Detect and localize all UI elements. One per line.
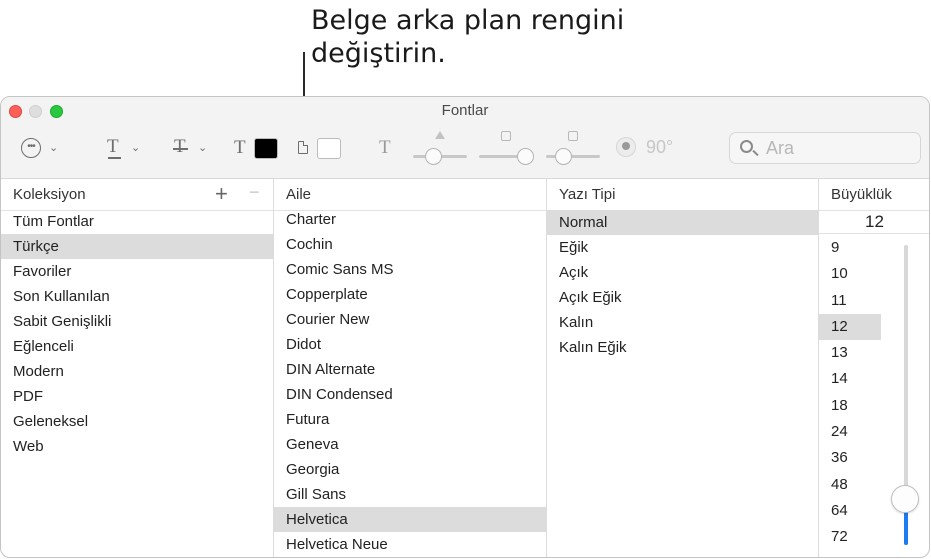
shadow-opacity-icon [435, 131, 445, 139]
size-item[interactable]: 18 [819, 393, 881, 419]
window-title: Fontlar [441, 102, 489, 119]
family-item[interactable]: Geneva [274, 432, 546, 457]
callout-label: Belge arka plan rengini değiştirin. [311, 5, 625, 69]
document-color-control[interactable] [298, 137, 344, 161]
shadow-angle-value: 90° [646, 137, 674, 157]
size-item[interactable]: 36 [819, 445, 881, 471]
typeface-header: Yazı Tipi [547, 179, 818, 211]
underline-bar [108, 157, 121, 159]
document-icon [298, 141, 308, 154]
text-color-swatch[interactable] [254, 138, 278, 159]
size-item[interactable]: 11 [819, 288, 881, 314]
size-slider-fill [904, 511, 908, 545]
size-item[interactable]: 10 [819, 261, 881, 287]
size-item[interactable]: 48 [819, 472, 881, 498]
shadow-angle-dial[interactable] [616, 137, 636, 157]
search-input[interactable] [766, 136, 906, 160]
titlebar: Fontlar ••• ⌄ T ⌄ T ⌄ T T 90° Ara [1, 97, 929, 179]
shadow-offset-knob[interactable] [555, 148, 572, 165]
size-header-label: Büyüklük [831, 186, 892, 203]
size-item[interactable]: 12 [819, 313, 881, 341]
typeface-item[interactable]: Kalın [547, 310, 818, 335]
search-icon-handle [752, 149, 759, 157]
text-shadow-icon: T [379, 137, 391, 158]
document-color-swatch[interactable] [317, 138, 341, 159]
size-item[interactable]: 64 [819, 498, 881, 524]
family-item[interactable]: Cochin [274, 232, 546, 257]
collection-item[interactable]: Favoriler [1, 259, 273, 284]
collection-item[interactable]: Eğlenceli [1, 334, 273, 359]
search-field[interactable] [729, 132, 921, 164]
collections-header-label: Koleksiyon [13, 186, 86, 203]
underline-icon: T [107, 136, 119, 157]
actions-menu-button[interactable]: ••• ⌄ [21, 138, 65, 160]
family-item[interactable]: Futura [274, 407, 546, 432]
size-input[interactable]: 12 [819, 212, 929, 234]
size-item[interactable]: 24 [819, 419, 881, 445]
collection-item[interactable]: Sabit Genişlikli [1, 309, 273, 334]
family-item[interactable]: Copperplate [274, 282, 546, 307]
family-item[interactable]: Georgia [274, 457, 546, 482]
size-item[interactable]: 9 [819, 235, 881, 261]
family-item[interactable]: DIN Condensed [274, 382, 546, 407]
typeface-item[interactable]: Kalın Eğik [547, 335, 818, 360]
family-item[interactable]: Gill Sans [274, 482, 546, 507]
family-item[interactable]: Helvetica [274, 507, 546, 532]
size-item[interactable]: 72 [819, 524, 881, 550]
dial-indicator [622, 142, 630, 150]
collection-item[interactable]: Web [1, 434, 273, 459]
chevron-down-icon: ⌄ [198, 142, 208, 154]
size-item[interactable]: 13 [819, 340, 881, 366]
typeface-item[interactable]: Eğik [547, 235, 818, 260]
strikethrough-menu-button[interactable]: T ⌄ [173, 136, 214, 160]
chevron-down-icon: ⌄ [49, 142, 59, 154]
collection-item[interactable]: PDF [1, 384, 273, 409]
search-icon [740, 140, 753, 153]
collection-item[interactable]: Türkçe [1, 234, 273, 259]
family-item[interactable]: Helvetica Neue [274, 532, 546, 557]
add-collection-button[interactable]: + [215, 181, 228, 207]
typeface-item[interactable]: Normal [547, 210, 818, 235]
family-header-label: Aile [286, 186, 312, 203]
family-list: Charter Cochin Comic Sans MS Copperplate Cou… [274, 207, 546, 557]
underline-menu-button[interactable]: T ⌄ [107, 136, 147, 160]
text-color-control[interactable]: T [234, 137, 280, 161]
shadow-blur-knob[interactable] [517, 148, 534, 165]
family-item[interactable]: DIN Alternate [274, 357, 546, 382]
typeface-header-label: Yazı Tipi [559, 186, 616, 203]
chevron-down-icon: ⌄ [131, 142, 141, 154]
shadow-opacity-knob[interactable] [425, 148, 442, 165]
typeface-list: Normal Eğik Açık Açık Eğik Kalın Kalın Eğik [547, 210, 818, 557]
size-slider-knob[interactable] [891, 485, 919, 513]
remove-collection-button[interactable]: − [249, 182, 260, 203]
shadow-offset-icon [568, 131, 578, 141]
text-color-icon: T [234, 137, 246, 158]
ellipsis-circle-icon: ••• [21, 138, 41, 158]
fonts-window: Fontlar ••• ⌄ T ⌄ T ⌄ T T 90° Ara Koleks… [0, 96, 930, 558]
collection-item[interactable]: Geleneksel [1, 409, 273, 434]
shadow-blur-icon [501, 131, 511, 141]
typeface-item[interactable]: Açık Eğik [547, 285, 818, 310]
collection-item[interactable]: Modern [1, 359, 273, 384]
collections-header: Koleksiyon + − [1, 179, 273, 211]
family-item[interactable]: Didot [274, 332, 546, 357]
size-list: 9 10 11 12 13 14 18 24 36 48 64 72 [819, 235, 881, 557]
strike-bar [173, 148, 188, 150]
family-item[interactable]: Comic Sans MS [274, 257, 546, 282]
typeface-item[interactable]: Açık [547, 260, 818, 285]
size-header: Büyüklük [819, 179, 929, 211]
collection-item[interactable]: Tüm Fontlar [1, 209, 273, 234]
size-item[interactable]: 14 [819, 366, 881, 392]
collections-list: Tüm Fontlar Türkçe Favoriler Son Kullanılan… [1, 209, 273, 557]
strikethrough-icon: T [174, 136, 186, 157]
text-shadow-button[interactable]: T [379, 137, 401, 159]
family-item[interactable]: Courier New [274, 307, 546, 332]
family-item[interactable]: Charter [274, 207, 546, 232]
collection-item[interactable]: Son Kullanılan [1, 284, 273, 309]
